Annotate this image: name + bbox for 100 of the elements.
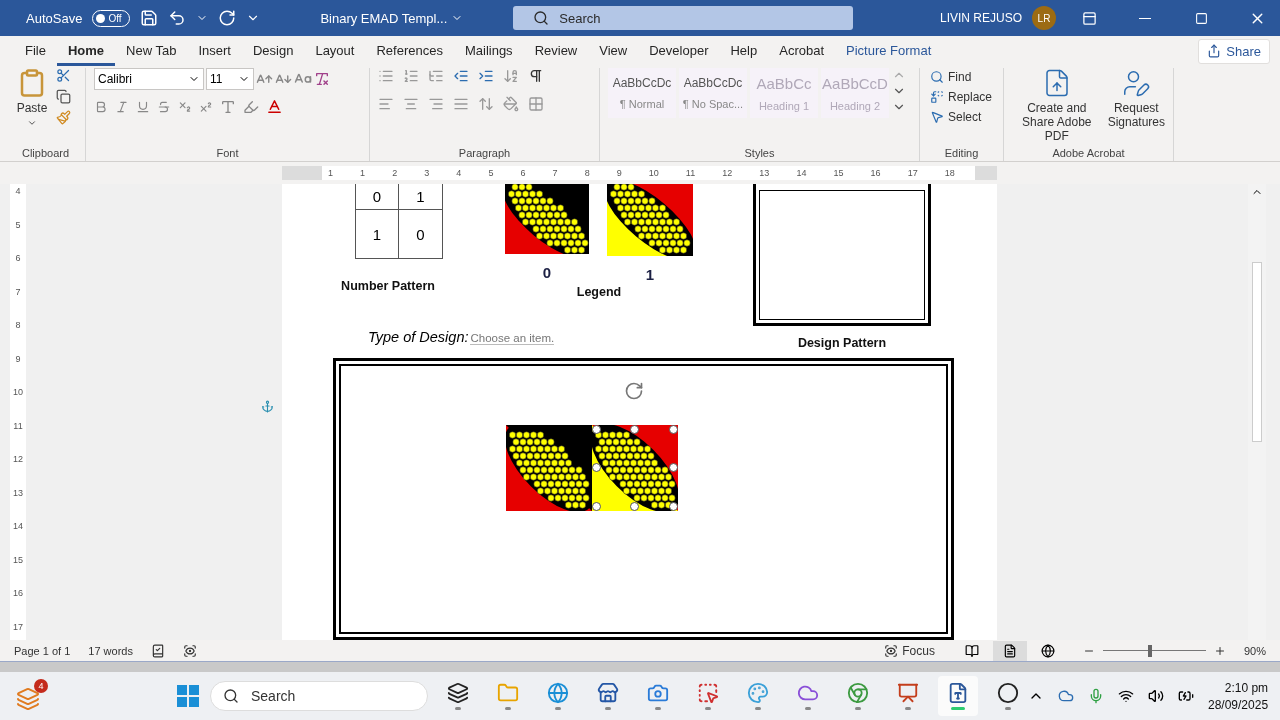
align-right-icon[interactable] [428, 96, 444, 112]
taskbar-app-button[interactable] [938, 676, 978, 716]
font-name-dropdown[interactable]: Calibri [94, 68, 204, 90]
line-spacing-icon[interactable] [478, 96, 494, 112]
dropdown-field[interactable]: Choose an item. [470, 332, 555, 345]
align-left-icon[interactable] [378, 96, 394, 112]
font-color-icon[interactable] [266, 98, 283, 115]
borders-icon[interactable] [528, 96, 544, 112]
ribbon-tab[interactable]: File [14, 36, 57, 66]
italic-icon[interactable] [115, 99, 129, 114]
editing-button[interactable]: Find [928, 68, 974, 86]
folder-icon [497, 682, 519, 704]
clear-formatting-icon[interactable] [314, 71, 330, 87]
accessibility-icon[interactable] [182, 643, 197, 658]
zoom-percent[interactable]: 90% [1243, 644, 1266, 657]
wifi-icon[interactable] [1118, 688, 1134, 704]
ribbon-tab[interactable]: Acrobat [768, 36, 836, 66]
ribbon-tab[interactable]: Design [241, 36, 305, 66]
bold-icon[interactable] [94, 99, 108, 114]
numbering-icon[interactable] [403, 68, 419, 84]
user-avatar[interactable]: LR [1032, 6, 1056, 30]
editing-button[interactable]: Select [928, 108, 984, 126]
ribbon-tab[interactable]: Insert [187, 36, 242, 66]
resize-handle[interactable] [669, 425, 678, 434]
undo-icon[interactable] [168, 9, 187, 27]
resize-handle[interactable] [592, 502, 601, 511]
windows-start-icon[interactable] [176, 684, 200, 708]
style-sample: AaBbCcDc [612, 76, 672, 90]
person-pen-icon [1121, 68, 1152, 98]
ribbon-tab[interactable]: Layout [304, 36, 366, 66]
taskbar-search-field[interactable]: Search [210, 681, 428, 711]
ribbon-tab[interactable]: References [365, 36, 454, 66]
globe-icon [547, 682, 569, 704]
ribbon-tab[interactable]: Picture Format [835, 36, 943, 66]
resize-handle[interactable] [630, 502, 639, 511]
paste-button[interactable]: Paste [14, 68, 50, 128]
decrease-indent-icon[interactable] [453, 68, 469, 84]
increase-indent-icon[interactable] [478, 68, 494, 84]
style-option[interactable]: AaBbCcDc ¶ No Spac... [679, 68, 747, 118]
search-icon [930, 70, 944, 84]
align-center-icon[interactable] [403, 96, 419, 112]
resize-handle[interactable] [592, 463, 601, 472]
justify-icon[interactable] [453, 96, 469, 112]
focus-button[interactable]: Focus [882, 641, 937, 660]
pilcrow-icon[interactable] [528, 68, 544, 84]
resize-handle[interactable] [669, 502, 678, 511]
scrollbar-thumb[interactable] [1252, 262, 1262, 442]
style-name: Heading 1 [758, 99, 810, 112]
style-option[interactable]: AaBbCcDc ¶ Normal [608, 68, 676, 118]
zoom-thumb[interactable] [1148, 644, 1153, 657]
editing-button[interactable]: Replace [928, 88, 995, 106]
save-icon[interactable] [140, 9, 159, 27]
volume-icon[interactable] [1148, 688, 1164, 704]
resize-handle[interactable] [669, 463, 678, 472]
resize-handle[interactable] [630, 425, 639, 434]
ribbon-tab[interactable]: View [588, 36, 639, 66]
subscript-icon[interactable] [178, 99, 192, 114]
sort-icon[interactable] [503, 68, 519, 84]
table-cell-text: 0 [415, 224, 426, 245]
format-painter-icon[interactable] [56, 110, 71, 125]
underline-icon[interactable] [136, 99, 150, 114]
field-label: Type of Design: [368, 329, 469, 345]
paint-bucket-icon[interactable] [503, 96, 519, 112]
book-icon [964, 643, 979, 658]
bullets-icon[interactable] [378, 68, 394, 84]
ribbon-tab[interactable]: Help [719, 36, 769, 66]
strikethrough-icon[interactable] [157, 99, 171, 114]
cut-icon[interactable] [56, 68, 71, 83]
highlighter-icon[interactable] [243, 98, 259, 115]
ribbon-tab[interactable]: Mailings [453, 36, 524, 66]
maximize-icon [1194, 11, 1208, 25]
search-field[interactable]: Search [513, 6, 854, 30]
search-icon [533, 10, 550, 26]
ribbon-tab[interactable]: Review [523, 36, 589, 66]
text-effects-icon[interactable] [220, 98, 236, 115]
group-label: Styles [743, 147, 776, 161]
layers-icon [447, 682, 469, 704]
style-sample: AaBbCcDc [683, 76, 743, 90]
ribbon-tab[interactable]: Home [56, 36, 116, 66]
clock[interactable]: 2:10 pm 28/09/2025 [1208, 680, 1269, 712]
document-title[interactable]: Binary EMAD Templ... [320, 10, 464, 26]
acrobat-button[interactable]: Create and Share Adobe PDF [1012, 68, 1102, 143]
resize-handle[interactable] [592, 425, 601, 434]
ribbon-tab[interactable]: New Tab [115, 36, 188, 66]
redo-icon[interactable] [218, 9, 237, 27]
share-button[interactable]: Share [1198, 38, 1270, 64]
superscript-icon[interactable] [199, 99, 213, 114]
acrobat-button[interactable]: Request Signatures [1107, 68, 1165, 129]
rotate-handle-icon[interactable] [624, 381, 644, 401]
view-button[interactable] [992, 640, 1027, 661]
copy-icon[interactable] [56, 89, 71, 104]
ribbon-tab[interactable]: Developer [638, 36, 720, 66]
multilevel-list-icon[interactable] [428, 68, 444, 84]
font-size-dropdown[interactable]: 11 [206, 68, 254, 90]
battery-icon[interactable] [1178, 688, 1194, 704]
microphone-icon[interactable] [1088, 688, 1104, 704]
proofing-icon[interactable] [150, 643, 165, 658]
cloud-icon[interactable] [1058, 688, 1074, 704]
document-icon [947, 682, 969, 704]
zoom-in-icon[interactable] [1213, 644, 1226, 657]
